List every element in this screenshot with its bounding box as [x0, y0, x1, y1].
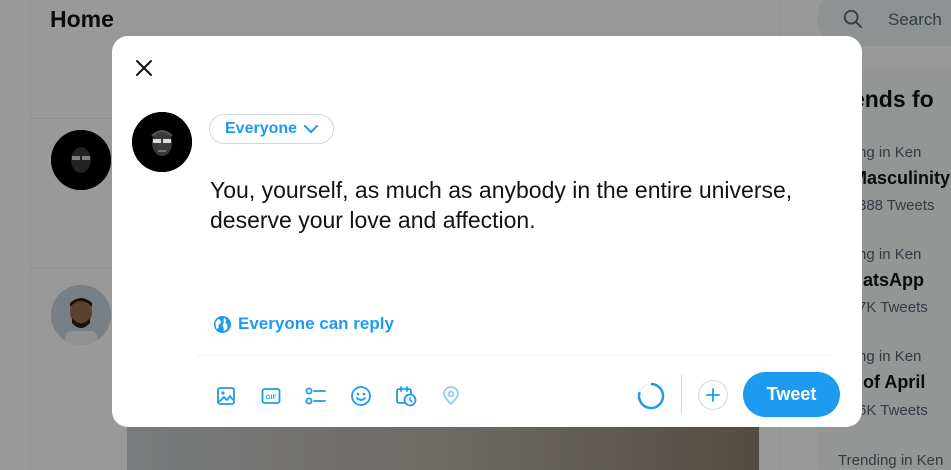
audience-selector[interactable]: Everyone — [209, 114, 335, 144]
close-button[interactable] — [126, 50, 162, 86]
chevron-down-icon — [304, 125, 319, 133]
image-icon — [217, 387, 235, 405]
divider — [681, 375, 682, 414]
tweet-button[interactable]: Tweet — [743, 372, 840, 417]
plus-icon — [706, 388, 720, 402]
globe-icon — [213, 315, 232, 333]
poll-icon — [305, 387, 326, 405]
media-button[interactable] — [208, 378, 244, 414]
poll-button[interactable] — [298, 378, 334, 414]
schedule-button[interactable] — [388, 378, 424, 414]
gif-button[interactable]: GIF — [253, 378, 289, 414]
emoji-icon — [351, 386, 371, 406]
location-icon — [443, 386, 459, 405]
location-button[interactable] — [433, 378, 469, 414]
character-progress-ring — [637, 382, 665, 410]
add-tweet-button[interactable] — [698, 380, 728, 410]
audience-label: Everyone — [225, 120, 298, 137]
divider — [197, 355, 832, 356]
close-icon — [136, 60, 152, 76]
avatar[interactable] — [132, 112, 192, 172]
tweet-textarea[interactable]: You, yourself, as much as anybody in the… — [210, 175, 830, 235]
emoji-button[interactable] — [343, 378, 379, 414]
compose-toolbar: GIF — [208, 378, 478, 414]
reply-setting-button[interactable]: Everyone can reply — [213, 314, 394, 334]
gif-label: GIF — [266, 394, 277, 401]
gif-icon: GIF — [261, 388, 281, 404]
reply-setting-label: Everyone can reply — [238, 314, 394, 333]
compose-tweet-dialog: Everyone You, yourself, as much as anybo… — [112, 36, 862, 427]
schedule-icon — [396, 386, 417, 407]
